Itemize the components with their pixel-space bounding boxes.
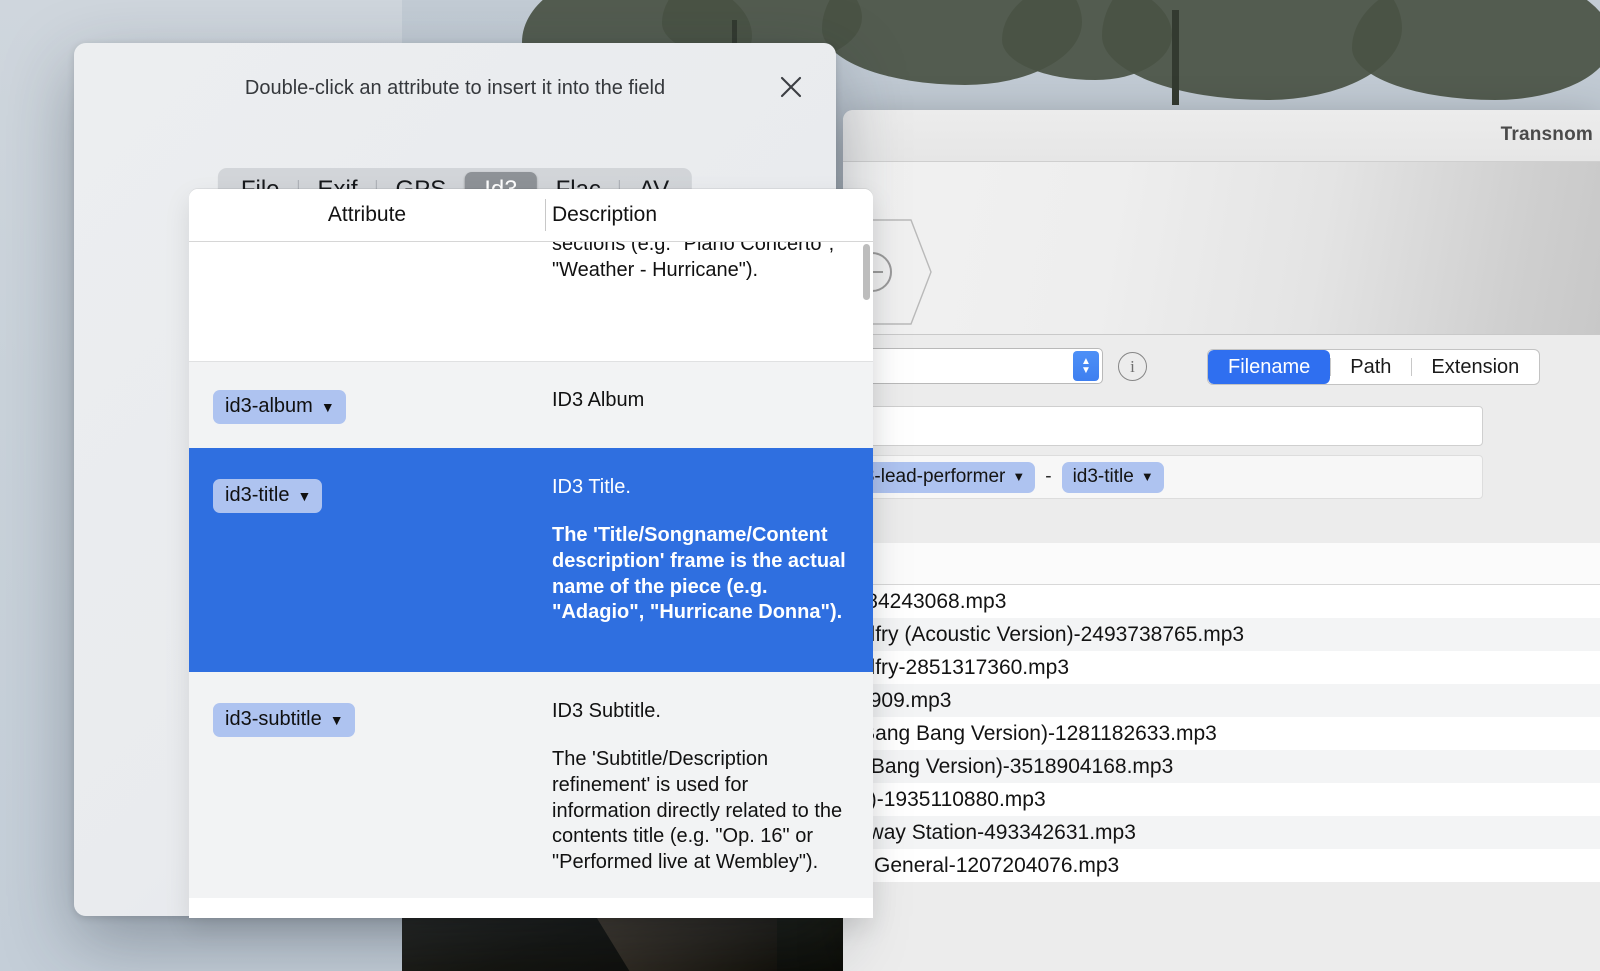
window-titlebar[interactable]: Transnom [843,110,1600,162]
column-header-attribute[interactable]: Attribute [189,189,545,241]
pattern-combo-field[interactable]: ▲▼ [843,348,1103,384]
table-row[interactable]: id3-album ▼ ID3 Album [189,361,873,448]
file-list-item[interactable]: Bats In The Belfry (Acoustic Version)-24… [843,618,1600,651]
tree-trunk-icon [1172,10,1179,105]
description-paragraph: often sorted in different musical sectio… [552,242,847,283]
file-list-column-header[interactable]: Filename [843,543,1600,585]
filter-all-input[interactable]: All [843,406,1483,446]
file-list[interactable]: Bang Bang-4284243068.mp3 Bats In The Bel… [843,585,1600,882]
description-cell: ID3 Subtitle. The 'Subtitle/Description … [545,673,873,898]
attribute-pill-id3-album[interactable]: id3-album ▼ [213,390,346,424]
description-title: ID3 Subtitle. [552,699,847,725]
pattern-area: All id3-track ▼ - id3-lead-performer ▼ -… [843,398,1600,971]
description-paragraph: The 'Subtitle/Description refinement' is… [552,747,847,876]
attribute-table-body[interactable]: often sorted in different musical sectio… [189,242,873,918]
table-scrollbar[interactable] [863,244,870,300]
attribute-pill-id3-subtitle[interactable]: id3-subtitle ▼ [213,703,355,737]
description-cell: often sorted in different musical sectio… [545,242,873,361]
description-title: ID3 Title. [552,475,847,501]
pattern-token-row[interactable]: id3-track ▼ - id3-lead-performer ▼ - id3… [843,455,1483,499]
attribute-cell: id3-title ▼ [189,449,545,672]
file-list-item[interactable]: Bats In The Belfry-2851317360.mp3 [843,651,1600,684]
file-list-item[interactable]: Mission (Bang Bang Version)-3518904168.m… [843,750,1600,783]
scope-segment-extension[interactable]: Extension [1411,350,1539,384]
scope-segmented-control[interactable]: Filename Path Extension [1207,349,1540,385]
attribute-table-card[interactable]: Attribute Description often sorted in di… [189,189,873,918]
description-cell: ID3 Album [545,362,873,448]
file-list-item[interactable]: Dispatch - Railway Station-493342631.mp3 [843,816,1600,849]
stepper-up-down-icon[interactable]: ▲▼ [1073,351,1099,381]
attribute-cell [189,242,545,361]
pattern-canvas [843,162,1600,334]
pill-label: id3-album [225,395,313,418]
attribute-table-header: Attribute Description [189,189,873,242]
scope-segment-filename[interactable]: Filename [1208,350,1330,384]
attribute-pill-id3-title[interactable]: id3-title ▼ [213,479,322,513]
file-list-item[interactable]: Drive-4079081909.mp3 [843,684,1600,717]
close-icon[interactable] [777,73,805,101]
dialog-hint-text: Double-click an attribute to insert it i… [74,77,836,100]
token-id3-title[interactable]: id3-title ▼ [1062,462,1164,493]
token-label: id3-title [1073,466,1134,488]
chevron-down-icon: ▼ [1012,469,1025,484]
description-paragraph: The 'Title/Songname/Content description'… [552,523,847,626]
description-cell: ID3 Title. The 'Title/Songname/Content d… [545,449,873,672]
table-row[interactable]: often sorted in different musical sectio… [189,242,873,361]
chevron-down-icon: ▼ [297,488,311,504]
file-list-item[interactable]: Out Loud (Live)-1935110880.mp3 [843,783,1600,816]
token-separator: - [1045,466,1051,488]
column-header-description[interactable]: Description [545,189,873,241]
table-row[interactable]: id3-subtitle ▼ ID3 Subtitle. The 'Subtit… [189,672,873,898]
file-list-item[interactable]: Dispatch - The General-1207204076.mp3 [843,849,1600,882]
file-list-item[interactable]: Bang Bang-4284243068.mp3 [843,585,1600,618]
scope-segment-path[interactable]: Path [1330,350,1411,384]
attribute-cell: id3-album ▼ [189,362,545,448]
chevron-down-icon: ▼ [321,399,335,415]
info-circle-icon[interactable]: i [1118,352,1147,381]
window-title: Transnom [843,124,1600,146]
chevron-down-icon: ▼ [330,712,344,728]
attribute-picker-dialog[interactable]: Double-click an attribute to insert it i… [74,43,836,916]
chevron-down-icon: ▼ [1141,469,1154,484]
pill-label: id3-title [225,484,289,507]
pill-label: id3-subtitle [225,708,322,731]
file-list-item[interactable]: Here We Go (Bang Bang Version)-128118263… [843,717,1600,750]
table-row-selected[interactable]: id3-title ▼ ID3 Title. The 'Title/Songna… [189,448,873,672]
dialog-header: Double-click an attribute to insert it i… [74,43,836,135]
description-paragraph: ID3 Album [552,388,847,414]
scope-toolbar: ▲▼ i Filename Path Extension [843,334,1600,398]
transnomino-window[interactable]: Transnom ▲▼ i Filename Path Extension Al… [843,110,1600,971]
tree-canopy-icon [1352,0,1600,100]
attribute-cell: id3-subtitle ▼ [189,673,545,898]
